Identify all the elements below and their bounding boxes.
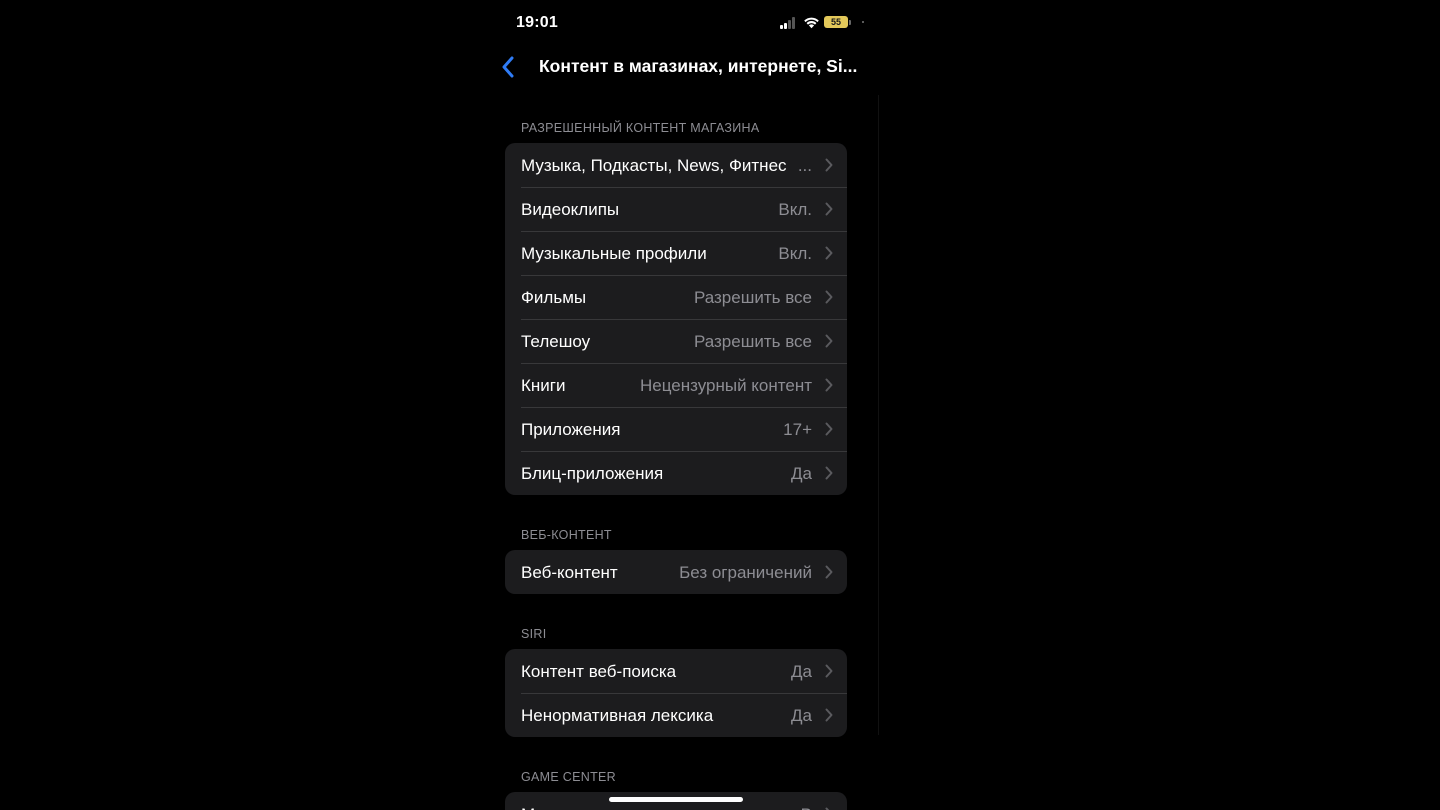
row-music-videos[interactable]: Видеоклипы Вкл. [505,187,847,231]
store-content-group: Музыка, Подкасты, News, Фитнес ... Видео… [505,143,847,495]
chevron-right-icon [825,334,833,348]
chevron-right-icon [825,290,833,304]
row-label: М [521,805,535,810]
row-value: ... [797,156,812,175]
row-label: Телешоу [521,332,591,351]
section-header-store-content: РАЗРЕШЕННЫЙ КОНТЕНТ МАГАЗИНА [521,121,760,135]
row-value: Разрешить все [693,288,812,307]
row-movies[interactable]: Фильмы Разрешить все [505,275,847,319]
back-chevron-icon[interactable] [496,54,522,80]
section-header-game-center: GAME CENTER [521,770,616,784]
chevron-right-icon [825,708,833,722]
chevron-right-icon [825,246,833,260]
row-value: Разрешить все [693,332,812,351]
battery-tip [849,20,851,25]
web-content-group: Веб-контент Без ограничений [505,550,847,594]
row-label: Книги [521,376,566,395]
chevron-right-icon [825,664,833,678]
row-app-clips[interactable]: Блиц-приложения Да [505,451,847,495]
chevron-right-icon [825,466,833,480]
section-header-siri: SIRI [521,627,547,641]
row-value: Да [791,706,812,725]
row-label: Веб-контент [521,563,618,582]
row-web-content[interactable]: Веб-контент Без ограничений [505,550,847,594]
phone-screen: 19:01 55 Контент в магазинах, интернете,… [490,0,880,810]
status-dot [862,21,864,23]
row-web-search-content[interactable]: Контент веб-поиска Да [505,649,847,693]
row-value: Да [791,662,812,681]
row-label: Музыкальные профили [521,244,707,263]
chevron-right-icon [825,422,833,436]
row-label: Фильмы [521,288,587,307]
row-label: Контент веб-поиска [521,662,677,681]
status-bar: 19:01 55 [490,0,880,46]
scroll-indicator [878,95,879,735]
row-value: 17+ [783,420,812,439]
row-label: Ненормативная лексика [521,706,714,725]
row-label: Музыка, Подкасты, News, Фитнес [521,156,787,175]
wifi-icon [804,17,819,29]
row-value: Без ограничений [679,563,812,582]
row-label: Видеоклипы [521,200,620,219]
row-value: Вкл. [778,244,812,263]
row-explicit-language[interactable]: Ненормативная лексика Да [505,693,847,737]
status-time: 19:01 [516,14,558,31]
chevron-right-icon [825,202,833,216]
row-label: Блиц-приложения [521,464,664,483]
navigation-bar: Контент в магазинах, интернете, Si... [490,46,880,88]
row-apps[interactable]: Приложения 17+ [505,407,847,451]
row-tv-shows[interactable]: Телешоу Разрешить все [505,319,847,363]
cellular-signal-icon [780,17,798,29]
chevron-right-icon [825,565,833,579]
home-indicator[interactable] [609,797,743,802]
row-label: Приложения [521,420,621,439]
page-title: Контент в магазинах, интернете, Si... [539,56,858,76]
row-value: Вкл. [778,200,812,219]
row-music-podcasts[interactable]: Музыка, Подкасты, News, Фитнес ... [505,143,847,187]
siri-group: Контент веб-поиска Да Ненормативная лекс… [505,649,847,737]
section-header-web-content: ВЕБ-КОНТЕНТ [521,528,612,542]
chevron-right-icon [825,378,833,392]
row-value: Нецензурный контент [639,376,812,395]
row-music-profiles[interactable]: Музыкальные профили Вкл. [505,231,847,275]
row-value: Да [791,464,812,483]
row-value: В [801,805,812,810]
row-books[interactable]: Книги Нецензурный контент [505,363,847,407]
chevron-right-icon [825,158,833,172]
battery-icon: 55 [824,16,848,28]
